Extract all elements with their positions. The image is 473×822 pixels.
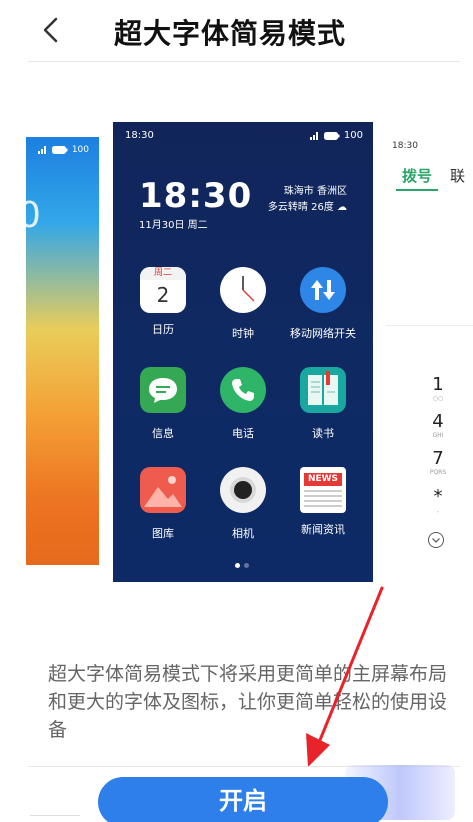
phone-icon: [220, 367, 266, 413]
battery-icon: [323, 131, 340, 140]
voicemail-icon: ○○: [432, 395, 444, 402]
dial-key: * ,: [433, 486, 443, 515]
header-divider: [28, 61, 460, 62]
cloud-icon: ☁: [337, 202, 347, 213]
page-dot: [244, 563, 249, 568]
page-indicator: [235, 563, 249, 568]
page-dot-active: [235, 563, 240, 568]
annotation-arrow-icon: [306, 586, 384, 767]
app-mobile-data[interactable]: 移动网络开关: [278, 267, 368, 341]
app-phone[interactable]: 电话: [198, 367, 288, 441]
dial-key: 4 GHI: [432, 411, 444, 440]
preview-simple-mode[interactable]: 18:30 100 18:30 11月30日 周二 珠海市 香洲区 多云转晴 2…: [113, 122, 373, 582]
enable-button[interactable]: 开启: [98, 777, 388, 822]
dial-key: 1 ○○: [426, 375, 450, 403]
app-calendar[interactable]: 周二 2 日历: [118, 267, 208, 337]
preview-dialer[interactable]: 18:30 拨号 联 1 ○○ 4 GHI 7 PQRS * ,: [386, 137, 473, 565]
app-messages[interactable]: 信息: [118, 367, 208, 441]
tab-dial: 拨号: [402, 167, 433, 185]
status-bar: 100: [309, 130, 363, 141]
header: 超大字体简易模式: [0, 0, 473, 62]
news-icon: NEWS: [300, 467, 346, 513]
calendar-icon: 周二 2: [140, 267, 186, 313]
camera-icon: [220, 467, 266, 513]
dial-key: 7 PQRS: [429, 448, 447, 477]
battery-level: 100: [71, 145, 89, 155]
app-news[interactable]: NEWS 新闻资讯: [278, 467, 368, 537]
app-gallery[interactable]: 图库: [118, 467, 208, 541]
status-time: 18:30: [125, 130, 154, 141]
app-clock[interactable]: 时钟: [198, 267, 288, 341]
battery-icon: [51, 146, 68, 154]
battery-level: 100: [343, 130, 363, 141]
weather-widget: 珠海市 香洲区 多云转晴 26度 ☁: [268, 184, 347, 216]
tab-underline: [396, 189, 438, 191]
gallery-icon: [140, 467, 186, 513]
divider: [386, 325, 473, 326]
footer-line: [30, 815, 80, 816]
clock-icon: [220, 267, 266, 313]
app-reading[interactable]: 读书: [278, 367, 368, 441]
back-arrow-icon[interactable]: [36, 14, 68, 46]
home-date: 11月30日 周二: [139, 220, 208, 231]
tab-contacts: 联: [450, 167, 466, 185]
signal-icon: [309, 131, 318, 140]
home-clock: 18:30: [139, 176, 253, 216]
status-time: 18:30: [392, 141, 418, 151]
message-icon: [140, 367, 186, 413]
page-title: 超大字体简易模式: [114, 17, 347, 50]
mobile-data-icon: [300, 267, 346, 313]
book-icon: [300, 367, 346, 413]
chevron-down-icon: [428, 532, 444, 548]
location-text: 珠海市 香洲区: [283, 186, 347, 197]
app-camera[interactable]: 相机: [198, 467, 288, 541]
weather-text: 多云转晴 26度 ☁: [267, 202, 347, 213]
clock-digit: 0: [26, 195, 41, 236]
status-bar: 100: [37, 145, 89, 155]
signal-icon: [37, 146, 46, 154]
preview-standard-theme[interactable]: 100 0: [26, 137, 99, 565]
